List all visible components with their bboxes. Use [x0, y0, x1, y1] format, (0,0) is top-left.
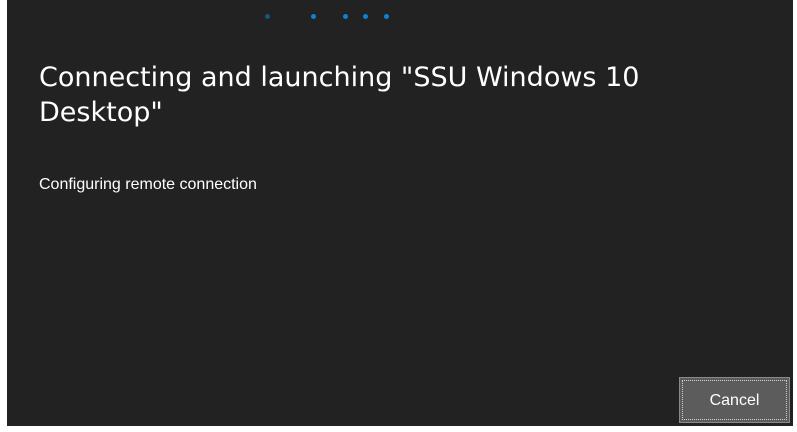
progress-dot	[311, 14, 316, 19]
remote-launch-dialog: Connecting and launching "SSU Windows 10…	[7, 0, 793, 426]
dialog-title: Connecting and launching "SSU Windows 10…	[39, 62, 640, 128]
progress-dot	[265, 14, 270, 19]
progress-dot	[363, 14, 368, 19]
progress-dots-indicator	[257, 13, 397, 21]
progress-dot	[343, 14, 348, 19]
connection-status-text: Configuring remote connection	[39, 176, 257, 193]
progress-dot	[384, 14, 389, 19]
cancel-button[interactable]: Cancel	[679, 377, 790, 423]
